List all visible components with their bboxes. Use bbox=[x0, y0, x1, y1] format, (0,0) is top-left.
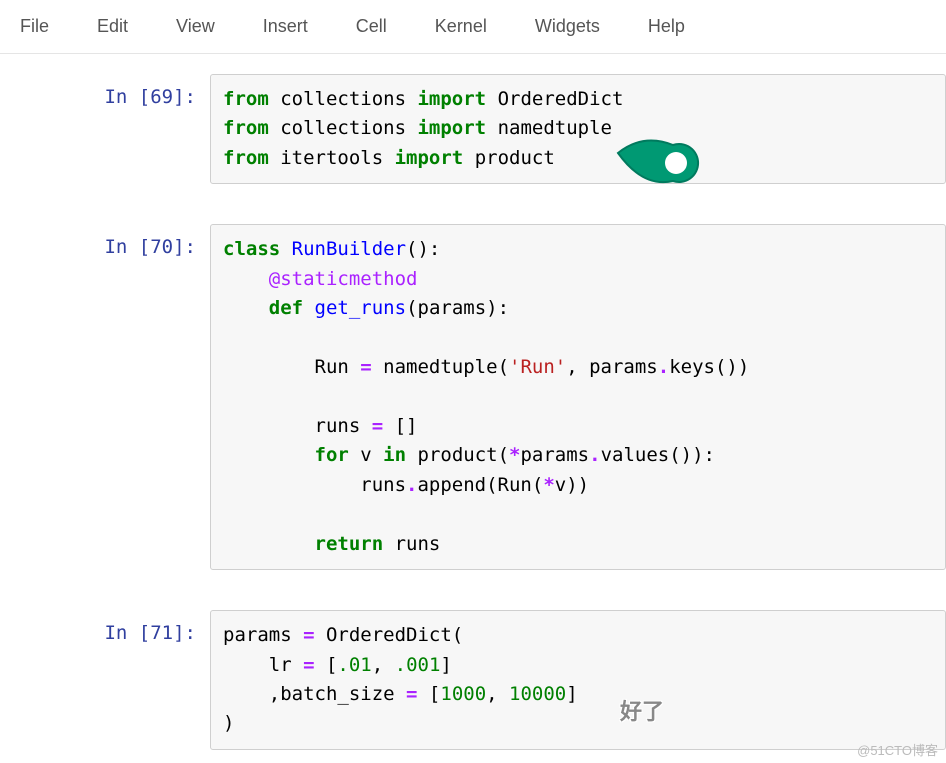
menu-insert[interactable]: Insert bbox=[239, 8, 332, 45]
pointer-icon bbox=[613, 133, 703, 198]
code-input[interactable]: params = OrderedDict( lr = [.01, .001] ,… bbox=[210, 610, 946, 750]
menu-file[interactable]: File bbox=[0, 8, 73, 45]
annotation-text: 好了 bbox=[620, 694, 664, 726]
cell-prompt: In [70]: bbox=[0, 224, 210, 570]
code-cell[interactable]: In [69]: from collections import Ordered… bbox=[0, 74, 946, 184]
code-input[interactable]: from collections import OrderedDict from… bbox=[210, 74, 946, 184]
notebook: In [69]: from collections import Ordered… bbox=[0, 54, 946, 750]
code-input[interactable]: class RunBuilder(): @staticmethod def ge… bbox=[210, 224, 946, 570]
menu-edit[interactable]: Edit bbox=[73, 8, 152, 45]
menu-help[interactable]: Help bbox=[624, 8, 709, 45]
code-cell[interactable]: In [70]: class RunBuilder(): @staticmeth… bbox=[0, 224, 946, 570]
menu-view[interactable]: View bbox=[152, 8, 239, 45]
watermark: @51CTO博客 bbox=[857, 740, 938, 759]
cell-prompt: In [71]: bbox=[0, 610, 210, 750]
menu-cell[interactable]: Cell bbox=[332, 8, 411, 45]
menubar: File Edit View Insert Cell Kernel Widget… bbox=[0, 0, 946, 54]
code-cell[interactable]: In [71]: params = OrderedDict( lr = [.01… bbox=[0, 610, 946, 750]
cell-prompt: In [69]: bbox=[0, 74, 210, 184]
menu-kernel[interactable]: Kernel bbox=[411, 8, 511, 45]
menu-widgets[interactable]: Widgets bbox=[511, 8, 624, 45]
